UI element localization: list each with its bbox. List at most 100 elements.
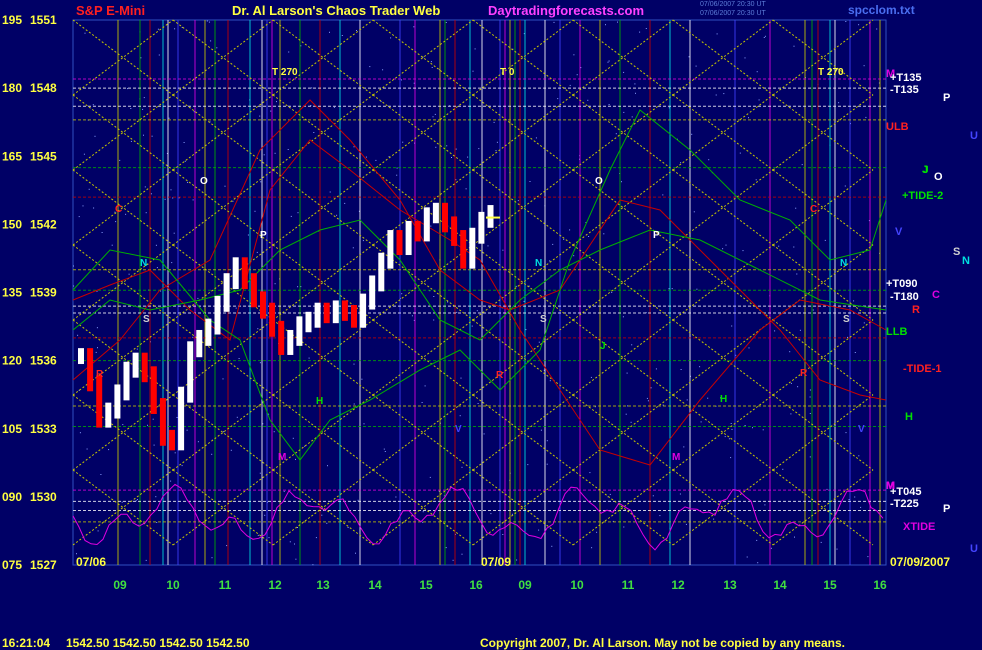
background-dot <box>655 368 657 370</box>
y-axis-label-left: 195 <box>2 13 22 27</box>
background-dot <box>401 79 402 81</box>
background-dot <box>422 511 424 513</box>
background-dot <box>525 329 527 331</box>
background-dot <box>778 245 780 247</box>
right-side-label: S <box>953 246 960 258</box>
background-dot <box>596 531 598 533</box>
background-dot <box>863 322 865 324</box>
lattice-line <box>272 244 374 321</box>
background-dot <box>793 45 795 47</box>
background-dot <box>268 537 270 539</box>
right-side-label: P <box>943 503 950 515</box>
background-dot <box>865 116 867 118</box>
background-dot <box>156 267 158 269</box>
y-axis-label-left: 075 <box>2 558 22 572</box>
background-dot <box>796 273 798 275</box>
price-bar <box>241 257 248 290</box>
background-dot <box>573 54 575 56</box>
background-dot <box>730 457 732 459</box>
lattice-line <box>172 19 274 96</box>
background-dot <box>609 493 611 495</box>
lattice-line <box>372 469 474 546</box>
background-dot <box>793 246 795 248</box>
background-dot <box>722 248 724 250</box>
lattice-line <box>672 319 774 396</box>
price-bar <box>178 386 185 451</box>
background-dot <box>274 152 276 154</box>
lattice-line <box>672 319 774 396</box>
background-dot <box>634 83 636 85</box>
background-dot <box>707 397 709 399</box>
background-dot <box>170 480 172 482</box>
background-dot <box>96 327 98 329</box>
lattice-line <box>672 244 774 321</box>
background-dot <box>130 108 132 109</box>
background-dot <box>156 522 158 523</box>
planet-label: R <box>96 369 104 380</box>
price-bar <box>205 318 212 346</box>
planet-label: J <box>600 341 606 352</box>
price-bar <box>314 302 321 328</box>
background-dot <box>546 440 548 442</box>
background-dot <box>763 37 765 38</box>
background-dot <box>222 378 224 380</box>
background-dot <box>502 534 504 535</box>
background-dot <box>308 357 310 359</box>
background-dot <box>77 334 79 336</box>
background-dot <box>845 21 847 22</box>
background-dot <box>411 315 413 317</box>
background-dot <box>361 378 363 380</box>
background-dot <box>115 221 117 223</box>
background-dot <box>353 363 355 365</box>
background-dot <box>100 474 102 475</box>
lattice-line <box>172 19 274 96</box>
background-dot <box>276 101 277 103</box>
chart-canvas: 195 1551 180 1548 165 1545 150 1542 135 1539 120 15… <box>2 13 978 592</box>
background-dot <box>742 250 744 252</box>
background-dot <box>588 236 590 237</box>
background-dot <box>478 148 480 150</box>
background-dot <box>73 265 74 267</box>
background-dot <box>474 48 476 50</box>
background-dot <box>758 99 760 101</box>
background-dot <box>363 423 365 425</box>
background-dot <box>487 245 489 247</box>
planet-label: R <box>800 368 808 379</box>
price-bar <box>478 211 485 244</box>
background-dot <box>311 87 313 89</box>
background-dot <box>256 251 258 253</box>
background-dot <box>257 534 259 536</box>
background-dot <box>795 207 797 209</box>
background-dot <box>312 564 314 566</box>
background-dot <box>153 444 155 446</box>
lattice-line <box>472 319 574 396</box>
background-dot <box>210 40 212 42</box>
site-link[interactable]: Daytradingforecasts.com <box>488 3 644 18</box>
background-dot <box>223 431 225 433</box>
background-dot <box>353 403 355 405</box>
background-dot <box>799 329 801 331</box>
background-dot <box>184 160 186 162</box>
background-dot <box>430 225 432 227</box>
planet-label: V <box>858 424 865 435</box>
lattice-line <box>272 169 374 246</box>
right-side-label: +TIDE-2 <box>902 190 943 202</box>
background-dot <box>155 496 157 498</box>
background-dot <box>136 499 138 500</box>
price-bar <box>423 207 430 242</box>
background-dot <box>451 157 452 158</box>
background-dot <box>446 145 448 147</box>
background-dot <box>108 449 110 451</box>
background-dot <box>553 21 555 23</box>
background-dot <box>168 117 170 119</box>
background-dot <box>158 54 160 56</box>
background-dot <box>659 515 661 517</box>
background-dot <box>493 121 495 123</box>
background-dot <box>352 247 354 249</box>
background-dot <box>854 496 856 498</box>
background-dot <box>573 255 575 257</box>
background-dot <box>708 159 710 161</box>
background-dot <box>770 547 772 549</box>
x-axis-hour-label: 16 <box>469 578 483 592</box>
background-dot <box>824 239 826 241</box>
